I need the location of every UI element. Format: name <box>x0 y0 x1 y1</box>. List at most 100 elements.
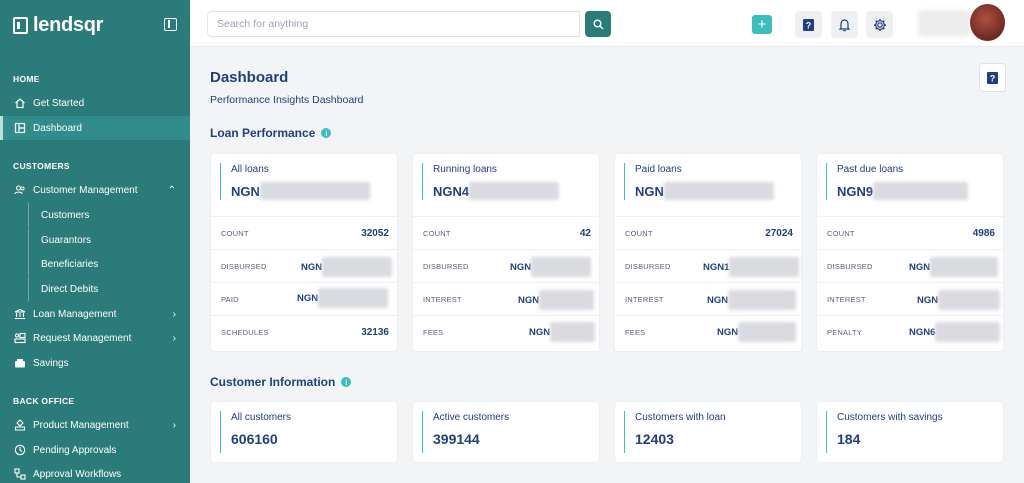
card-value: 606160 <box>231 431 278 447</box>
row-value-redacted: NGN <box>301 257 393 277</box>
users-icon <box>14 184 26 196</box>
card-row: COUNT 4986 <box>817 216 1005 249</box>
card-value: 399144 <box>433 431 480 447</box>
card-amount: NGN9 <box>837 182 969 200</box>
section-title-text: Customer Information <box>210 375 336 389</box>
row-label: DISBURSED <box>423 261 469 271</box>
row-label: COUNT <box>827 228 855 238</box>
info-icon[interactable]: i <box>321 128 332 138</box>
row-value: 4986 <box>972 227 995 239</box>
sidebar-item-customer-management[interactable]: Customer Management ⌃ <box>0 178 190 202</box>
sidebar-item-label: Customer Management <box>33 184 138 196</box>
sidebar-item-pending-approvals[interactable]: Pending Approvals <box>0 438 190 462</box>
amount-prefix: NGN <box>231 183 260 199</box>
row-label: FEES <box>423 327 444 337</box>
amount-prefix: NGN <box>917 294 939 306</box>
card-row: COUNT 42 <box>413 216 601 249</box>
sidebar-item-approval-workflows[interactable]: Approval Workflows <box>0 462 190 483</box>
card-header: All customers 606160 <box>220 411 291 453</box>
sidebar-item-label: Guarantors <box>41 234 92 246</box>
search-input[interactable] <box>208 12 579 36</box>
sidebar-item-label: Pending Approvals <box>33 444 117 456</box>
customer-card-all: All customers 606160 <box>210 401 398 463</box>
redacted-amount <box>663 182 774 200</box>
row-label: PENALTY <box>827 327 863 337</box>
sidebar-item-label: Get Started <box>33 97 85 109</box>
card-row: SCHEDULES 32136 <box>211 315 399 348</box>
help-book-icon: ? <box>803 18 814 31</box>
row-value-redacted: NGN <box>909 257 999 277</box>
sidebar-item-beneficiaries[interactable]: Beneficiaries <box>28 252 190 276</box>
sidebar-item-label: Beneficiaries <box>41 258 99 270</box>
amount-prefix: NGN <box>510 261 532 273</box>
page-help-button[interactable]: ? <box>979 63 1006 92</box>
chevron-right-icon: › <box>172 332 176 344</box>
sidebar-item-dashboard[interactable]: Dashboard <box>0 116 190 140</box>
card-label: Customers with savings <box>837 412 943 423</box>
redacted-amount <box>938 290 1001 310</box>
row-label: SCHEDULES <box>221 327 269 337</box>
add-button[interactable]: + <box>752 15 772 34</box>
card-header: Customers with savings 184 <box>826 411 943 453</box>
amount-prefix: NGN <box>297 292 319 304</box>
card-label: Running loans <box>433 164 497 175</box>
row-label: FEES <box>625 327 646 337</box>
card-amount: NGN <box>635 182 774 200</box>
amount-prefix: NGN <box>529 326 551 338</box>
sidebar-item-request-management[interactable]: Request Management › <box>0 326 190 350</box>
loan-card-past-due-loans: Past due loans NGN9 COUNT 4986 DISBURSED … <box>816 153 1005 352</box>
section-customers: CUSTOMERS <box>13 161 70 171</box>
card-value: 12403 <box>635 431 674 447</box>
card-label: Customers with loan <box>635 412 726 423</box>
amount-prefix: NGN1 <box>703 261 730 273</box>
redacted-amount <box>930 257 999 277</box>
row-label: COUNT <box>423 228 451 238</box>
profile-name-redacted[interactable] <box>918 10 970 36</box>
sidebar: lendsqr HOME Get Started Dashboard CUSTO… <box>0 0 190 483</box>
brand-logo[interactable]: lendsqr <box>13 14 103 37</box>
row-label: INTEREST <box>423 294 462 304</box>
page-title: Dashboard <box>210 69 289 86</box>
sidebar-item-direct-debits[interactable]: Direct Debits <box>28 277 190 301</box>
piggy-bank-icon <box>14 357 26 369</box>
redacted-amount <box>935 322 1001 342</box>
avatar[interactable] <box>970 4 1005 41</box>
card-label: Paid loans <box>635 164 682 175</box>
help-guide-button[interactable]: ? <box>795 11 822 38</box>
amount-prefix: NGN <box>717 326 739 338</box>
customer-card-with-savings: Customers with savings 184 <box>816 401 1004 463</box>
card-amount: NGN4 <box>433 182 560 200</box>
amount-prefix: NGN <box>635 183 664 199</box>
clock-icon <box>14 444 26 456</box>
row-value: 32136 <box>361 326 389 338</box>
row-value-redacted: NGN <box>510 257 592 277</box>
loan-performance-heading: Loan Performance i <box>210 126 332 140</box>
row-value-redacted: NGN1 <box>703 257 800 277</box>
notifications-button[interactable] <box>831 11 858 38</box>
card-header: Paid loans NGN <box>624 163 774 200</box>
sidebar-item-loan-management[interactable]: Loan Management › <box>0 302 190 326</box>
redacted-amount <box>550 322 596 342</box>
sidebar-item-guarantors[interactable]: Guarantors <box>28 228 190 252</box>
redacted-amount <box>531 257 592 277</box>
sidebar-item-label: Approval Workflows <box>33 468 122 480</box>
card-row: COUNT 32052 <box>211 216 399 249</box>
row-value-redacted: NGN6 <box>909 322 1001 342</box>
redacted-amount <box>469 182 560 200</box>
sidebar-item-savings[interactable]: Savings <box>0 351 190 375</box>
loan-card-running-loans: Running loans NGN4 COUNT 42 DISBURSED NGN… <box>412 153 601 352</box>
sidebar-item-customers[interactable]: Customers <box>28 203 190 227</box>
chevron-right-icon: › <box>172 308 176 320</box>
card-label: Past due loans <box>837 164 904 175</box>
search-box <box>207 11 580 37</box>
settings-button[interactable] <box>866 11 893 38</box>
product-icon <box>14 419 26 431</box>
sidebar-item-label: Savings <box>33 357 69 369</box>
collapse-sidebar-icon[interactable] <box>164 18 177 31</box>
info-icon[interactable]: i <box>341 377 352 387</box>
sidebar-item-get-started[interactable]: Get Started <box>0 91 190 115</box>
request-icon <box>14 332 26 344</box>
sidebar-item-product-management[interactable]: Product Management › <box>0 413 190 437</box>
row-label: COUNT <box>625 228 653 238</box>
search-button[interactable] <box>585 11 611 37</box>
